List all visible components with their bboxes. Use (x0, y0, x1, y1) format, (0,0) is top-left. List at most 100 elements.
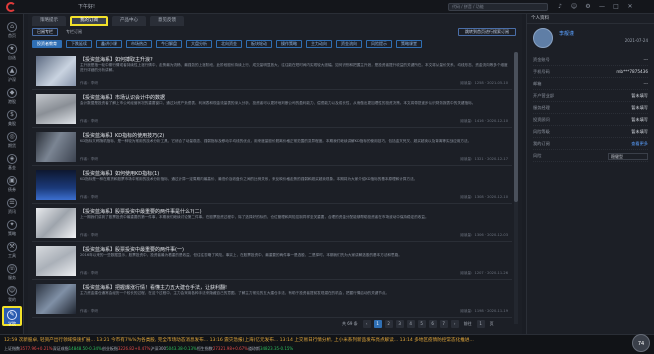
sidebar-item-news[interactable]: ☰ 资讯 (2, 196, 22, 216)
profile-row-key: 投资顾问 (533, 117, 550, 122)
list-item[interactable]: 【投资蓝海系】股票投资中最重要的两件事是什么?(二) 上一期我们讲到了股票投资中最… (32, 204, 512, 242)
sidebar-item-school[interactable]: ✎ 学院 (2, 306, 22, 326)
profile-row-value: 暂未填写 (631, 93, 648, 98)
article-thumbnail[interactable] (36, 94, 76, 124)
article-title[interactable]: 【投资蓝海系】股票投资中最重要的两件事是什么?(二) (80, 208, 202, 215)
index-item[interactable]: 恒生指数27321.98+0.67% (197, 346, 248, 351)
list-item[interactable]: 【投资蓝海系】股票投资中最重要的两件事(一) 2016年以来的一些数据显示，股票投… (32, 242, 512, 280)
article-title[interactable]: 【投资蓝海系】KD指标的使用技巧(2) (80, 132, 164, 139)
sidebar-item-hk[interactable]: ◆ 港股 (2, 86, 22, 106)
article-thumbnail[interactable] (36, 246, 76, 276)
pager-page[interactable]: 7 (439, 320, 448, 328)
index-item[interactable]: 上证指数3577.96+0.21% (4, 346, 53, 351)
article-title[interactable]: 【投资蓝海系】市场认识会计中的数据 (80, 94, 165, 101)
sidebar-item-star[interactable]: ★ 自选 (2, 42, 22, 62)
topic-chip[interactable]: 主力动向 (306, 40, 332, 48)
sidebar-item-profile[interactable]: ☺ 我的 (2, 284, 22, 304)
subtab-0[interactable]: 已阅专栏 (32, 28, 58, 36)
pager-page-input[interactable]: 1 (476, 320, 485, 328)
list-item[interactable]: 【投资蓝海系】把握爆涨行情！看懂主力五大建仓手法，让获利翻! 主力资金建仓通常会经… (32, 280, 512, 318)
fund-icon: ◈ (7, 154, 17, 164)
article-meta: 作者：李研 阅读量：1306 · 2020-12-03 (80, 233, 508, 238)
topic-chip[interactable]: 风险提示 (366, 40, 392, 48)
pager-page[interactable]: 3 (395, 320, 404, 328)
notification-badge[interactable]: 74 (632, 334, 650, 352)
tab-0[interactable]: 策略提示 (32, 16, 66, 26)
list-item[interactable]: 【投资蓝海系】如何搏取主升浪? 主升浪是指一轮中期行情或者持续性上涨行情中，走势最… (32, 52, 512, 90)
list-scrollbar[interactable] (514, 52, 518, 324)
pager-page[interactable]: 4 (406, 320, 415, 328)
topic-chip[interactable]: 操作策略 (276, 40, 302, 48)
subscribe-search-button[interactable]: 跳转到首页进行搜索订阅 (458, 28, 516, 36)
index-item[interactable]: 沪深3005043.38-0.13% (150, 346, 196, 351)
avatar[interactable] (533, 28, 553, 48)
article-meta: 作者：李研 阅读量：1416 · 2020-12-10 (80, 119, 508, 124)
topic-chip[interactable]: 市场热点 (126, 40, 152, 48)
article-thumbnail[interactable] (36, 208, 76, 238)
news-ticker[interactable]: 12:59 次新股卓, 轻资产出行领域快速扩展... 13:21 今市有7%%为… (4, 337, 614, 343)
profile-row: 服务经理 暂未填写 (533, 102, 648, 114)
bell-icon[interactable]: ♪ (556, 3, 564, 10)
index-item[interactable]: 道琼斯34823.35-0.15% (248, 346, 293, 351)
maximize-icon[interactable]: □ (612, 3, 620, 10)
topic-chip[interactable]: 板块轮动 (246, 40, 272, 48)
search-input[interactable]: 代码 / 拼音 / 功能 (448, 3, 548, 11)
pager-page[interactable]: ‹ (362, 320, 371, 328)
topic-chip[interactable]: 投资者教育 (32, 40, 62, 48)
tab-3[interactable]: 意见反馈 (150, 16, 184, 26)
topic-chip[interactable]: 资金流向 (336, 40, 362, 48)
sidebar-item-futures[interactable]: ◎ 期货 (2, 130, 22, 150)
sidebar-item-bond[interactable]: ▣ 债券 (2, 174, 22, 194)
pager-page[interactable]: 2 (384, 320, 393, 328)
article-title[interactable]: 【投资蓝海系】股票投资中最重要的两件事(一) (80, 246, 184, 253)
settings-icon[interactable]: ⚙ (584, 3, 592, 10)
article-summary: KD指标又称随机指标，是一种较为常用的技术分析工具，它综合了动量观念、强弱指标及… (80, 139, 472, 143)
article-author: 作者：李研 (80, 195, 98, 199)
main-tabs: 策略提示 我的订阅 产品中心 意见反馈 (32, 16, 184, 26)
list-item[interactable]: 【投资蓝海系】市场认识会计中的数据 会计数据是投资者了解上市公司经营状况的重要窗口… (32, 90, 512, 128)
article-thumbnail[interactable] (36, 284, 76, 314)
pager-page[interactable]: 5 (417, 320, 426, 328)
topic-chip[interactable]: 策略课堂 (396, 40, 422, 48)
topic-chip[interactable]: 今日解盘 (156, 40, 182, 48)
sidebar-item-us[interactable]: $ 美股 (2, 108, 22, 128)
article-title[interactable]: 【投资蓝海系】把握爆涨行情！看懂主力五大建仓手法，让获利翻! (80, 284, 227, 291)
list-item[interactable]: 【投资蓝海系】KD指标的使用技巧(2) KD指标又称随机指标，是一种较为常用的技术… (32, 128, 512, 166)
article-thumbnail[interactable] (36, 132, 76, 162)
sidebar-item-chart[interactable]: ▲ 沪深 (2, 64, 22, 84)
profile-rows: 资金账号 --- 手机号码 mb***7875436 邮箱 --- 开户营业部 暂未填写 服务经… (527, 54, 654, 162)
user-name[interactable]: 李靓谨 (559, 30, 574, 37)
tab-2[interactable]: 产品中心 (112, 16, 146, 26)
article-title[interactable]: 【投资蓝海系】如何使用KD指标(1) (80, 170, 159, 177)
topic-chip[interactable]: 下跌延续 (66, 40, 92, 48)
sidebar-item-tool[interactable]: ⚒ 工具 (2, 240, 22, 260)
user-icon[interactable]: ☺ (570, 3, 578, 10)
tab-1[interactable]: 我的订阅 (70, 16, 108, 26)
risk-select[interactable]: 稳健型 (608, 153, 648, 160)
profile-row-value[interactable]: 查看更多 (631, 138, 648, 150)
sidebar-item-home[interactable]: ⌂ 首页 (2, 20, 22, 40)
article-stats: 阅读量：1198 · 2020-11-19 (460, 309, 508, 313)
index-item[interactable]: 深证成指14848.50-0.34% (53, 346, 102, 351)
close-icon[interactable]: ✕ (626, 3, 634, 10)
index-item[interactable]: 创业板指3226.82+0.47% (102, 346, 151, 351)
pager-page[interactable]: 1 (373, 320, 382, 328)
article-thumbnail[interactable] (36, 56, 76, 86)
profile-row-value: 暂未填写 (631, 105, 648, 110)
sidebar-item-fund[interactable]: ◈ 基金 (2, 152, 22, 172)
subtab-1[interactable]: 专栏订阅 (62, 28, 86, 36)
scrollbar-thumb[interactable] (514, 52, 518, 202)
pager-page[interactable]: 6 (428, 320, 437, 328)
sidebar-item-service[interactable]: ☏ 服务 (2, 262, 22, 282)
sidebar-item-strategy[interactable]: ✦ 策略 (2, 218, 22, 238)
topic-chip[interactable]: 鑫讲小课 (96, 40, 122, 48)
profile-row-key: 我的订阅 (533, 141, 550, 146)
pager-page[interactable]: › (450, 320, 459, 328)
minimize-icon[interactable]: — (598, 3, 606, 10)
topic-chip[interactable]: 北向资金 (216, 40, 242, 48)
list-item[interactable]: 【投资蓝海系】如何使用KD指标(1) KD指标是一种在期货和股票市场中常用的技术分… (32, 166, 512, 204)
article-thumbnail[interactable] (36, 170, 76, 200)
article-title[interactable]: 【投资蓝海系】如何搏取主升浪? (80, 56, 153, 63)
window-controls: ♪ ☺ ⚙ — □ ✕ (556, 3, 634, 10)
topic-chip[interactable]: 大盘分析 (186, 40, 212, 48)
